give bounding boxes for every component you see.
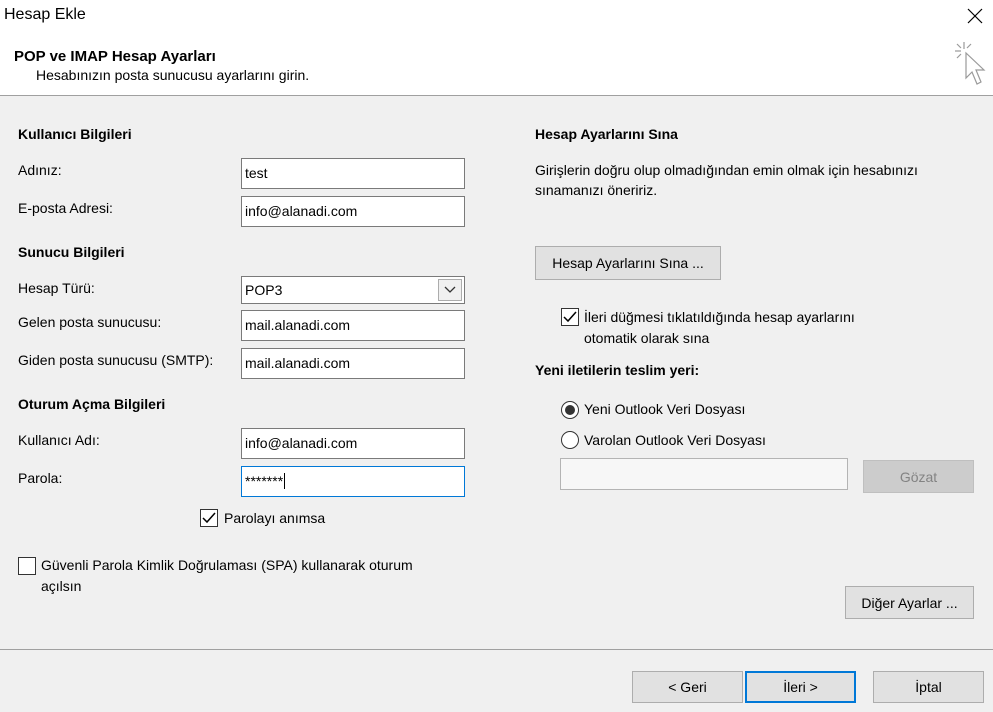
spa-label-line1: Güvenli Parola Kimlik Doğrulaması (SPA) … xyxy=(41,557,413,573)
chevron-down-icon[interactable] xyxy=(438,279,462,301)
close-icon xyxy=(967,8,983,24)
existing-data-file-radio[interactable] xyxy=(561,431,579,449)
incoming-server-label: Gelen posta sunucusu: xyxy=(18,314,162,330)
test-settings-heading: Hesap Ayarlarını Sına xyxy=(535,126,678,142)
username-label: Kullanıcı Adı: xyxy=(18,432,100,448)
name-label: Adınız: xyxy=(18,162,62,178)
email-field[interactable]: info@alanadi.com xyxy=(241,196,465,227)
close-button[interactable] xyxy=(957,0,993,32)
footer-divider xyxy=(0,649,993,650)
incoming-server-field[interactable]: mail.alanadi.com xyxy=(241,310,465,341)
cursor-click-icon xyxy=(950,40,990,90)
checkmark-icon xyxy=(202,512,216,524)
more-settings-button[interactable]: Diğer Ayarlar ... xyxy=(845,586,974,619)
user-info-heading: Kullanıcı Bilgileri xyxy=(18,126,132,142)
title-bar xyxy=(0,0,993,34)
test-description-line2: sınamanızı öneririz. xyxy=(535,182,658,198)
new-data-file-radio[interactable] xyxy=(561,401,579,419)
server-info-heading: Sunucu Bilgileri xyxy=(18,244,125,260)
window-title: Hesap Ekle xyxy=(4,6,86,23)
outgoing-server-field[interactable]: mail.alanadi.com xyxy=(241,348,465,379)
delivery-heading: Yeni iletilerin teslim yeri: xyxy=(535,362,700,378)
wizard-header: POP ve IMAP Hesap Ayarları Hesabınızın p… xyxy=(0,34,993,96)
browse-button[interactable]: Gözat xyxy=(863,460,974,493)
password-field[interactable]: ******* xyxy=(241,466,465,497)
username-field[interactable]: info@alanadi.com xyxy=(241,428,465,459)
page-title: POP ve IMAP Hesap Ayarları xyxy=(14,48,216,65)
spa-checkbox[interactable] xyxy=(18,557,36,575)
account-type-value: POP3 xyxy=(245,282,283,298)
spa-label-line2: açılsın xyxy=(41,578,82,594)
remember-password-label: Parolayı anımsa xyxy=(224,510,326,526)
existing-data-file-label: Varolan Outlook Veri Dosyası xyxy=(584,432,766,448)
auto-test-checkbox[interactable] xyxy=(561,308,579,326)
data-file-path-field[interactable] xyxy=(560,458,848,490)
account-type-label: Hesap Türü: xyxy=(18,280,95,296)
cancel-button[interactable]: İptal xyxy=(873,671,984,703)
email-label: E-posta Adresi: xyxy=(18,200,113,216)
back-button[interactable]: < Geri xyxy=(632,671,743,703)
checkmark-icon xyxy=(563,311,577,323)
logon-info-heading: Oturum Açma Bilgileri xyxy=(18,396,166,412)
next-button[interactable]: İleri > xyxy=(745,671,856,703)
name-field[interactable]: test xyxy=(241,158,465,189)
test-account-settings-button[interactable]: Hesap Ayarlarını Sına ... xyxy=(535,246,721,280)
auto-test-label-line2: otomatik olarak sına xyxy=(584,330,710,346)
account-type-select[interactable]: POP3 xyxy=(241,276,465,304)
outgoing-server-label: Giden posta sunucusu (SMTP): xyxy=(18,352,214,368)
auto-test-label-line1: İleri düğmesi tıklatıldığında hesap ayar… xyxy=(584,309,855,325)
new-data-file-label: Yeni Outlook Veri Dosyası xyxy=(584,401,746,417)
password-label: Parola: xyxy=(18,470,63,486)
test-description-line1: Girişlerin doğru olup olmadığından emin … xyxy=(535,162,918,178)
radio-selected-dot xyxy=(565,405,575,415)
remember-password-checkbox[interactable] xyxy=(200,509,218,527)
password-value: ******* xyxy=(245,473,284,489)
page-subtitle: Hesabınızın posta sunucusu ayarlarını gi… xyxy=(36,67,310,83)
